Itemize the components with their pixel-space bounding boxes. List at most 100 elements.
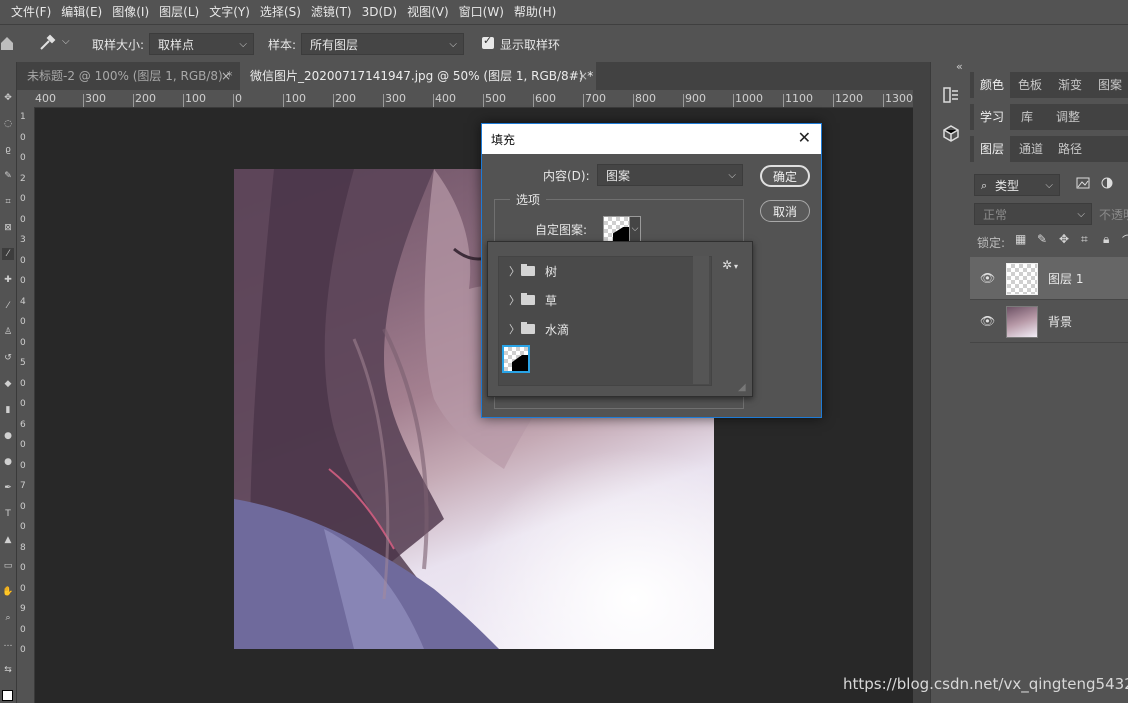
- visibility-eye-icon[interactable]: 👁︎: [980, 314, 995, 328]
- brush-tool-icon[interactable]: ⁄: [2, 300, 14, 312]
- custom-pattern-swatch[interactable]: [603, 216, 631, 244]
- pattern-list-scrollbar[interactable]: [693, 256, 709, 384]
- blur-tool-icon[interactable]: ●: [2, 430, 14, 442]
- zoom-tool-icon[interactable]: ⌕: [2, 612, 14, 624]
- pattern-group-water-drops[interactable]: 〉 水滴: [501, 316, 692, 342]
- eyedropper-icon[interactable]: [38, 34, 56, 52]
- filter-pixel-icon[interactable]: [1076, 177, 1090, 189]
- fill-icon[interactable]: ⌒: [1122, 232, 1128, 249]
- close-icon[interactable]: ×: [578, 62, 588, 90]
- path-select-tool-icon[interactable]: ▲: [2, 534, 14, 546]
- lock-transparency-icon[interactable]: ▦: [1015, 232, 1026, 246]
- tab-color[interactable]: 颜色: [974, 72, 1010, 98]
- history-brush-icon[interactable]: ↺: [2, 352, 14, 364]
- filter-adjustment-icon[interactable]: [1101, 177, 1113, 189]
- chevron-down-icon: ⌵: [1077, 209, 1085, 220]
- show-ring-checkbox[interactable]: ✓: [482, 34, 494, 49]
- lock-pixels-icon[interactable]: ✎: [1037, 232, 1047, 246]
- ruler-h-tick: [183, 94, 184, 107]
- eraser-tool-icon[interactable]: ◆: [2, 378, 14, 390]
- dialog-title: 填充: [491, 133, 516, 147]
- lasso-tool-icon[interactable]: ϱ: [2, 144, 14, 156]
- menu-layer[interactable]: 图层(L): [154, 0, 204, 24]
- dialog-title-bar[interactable]: 填充 ✕: [482, 124, 821, 154]
- collapse-panels-icon[interactable]: «: [956, 60, 963, 73]
- tab-untitled-2[interactable]: 未标题-2 @ 100% (图层 1, RGB/8) * ×: [17, 62, 239, 90]
- crop-tool-icon[interactable]: ⌗: [2, 196, 14, 208]
- sample-select[interactable]: 所有图层 ⌵: [301, 33, 464, 55]
- hand-tool-icon[interactable]: ✋: [2, 586, 14, 598]
- frame-tool-icon[interactable]: ⊠: [2, 222, 14, 234]
- ruler-v-label: 4: [20, 296, 26, 307]
- stamp-tool-icon[interactable]: ♙: [2, 326, 14, 338]
- tab-swatches[interactable]: 色板: [1012, 72, 1048, 98]
- layer-filter-select[interactable]: ⌕ 类型 ⌵: [974, 174, 1060, 196]
- 3d-panel-icon[interactable]: [942, 124, 960, 142]
- tab-adjustments[interactable]: 调整: [1050, 104, 1086, 130]
- content-select[interactable]: 图案 ⌵: [597, 164, 743, 186]
- menu-file[interactable]: 文件(F): [6, 0, 56, 24]
- tool-preset-chevron-icon[interactable]: ⌵: [62, 36, 70, 47]
- healing-tool-icon[interactable]: ✚: [2, 274, 14, 286]
- menu-help[interactable]: 帮助(H): [509, 0, 561, 24]
- tab-patterns[interactable]: 图案: [1092, 72, 1128, 98]
- chevron-right-icon[interactable]: 〉: [509, 292, 520, 308]
- ruler-h-label: 0: [235, 92, 242, 105]
- more-tools-icon[interactable]: …: [2, 638, 14, 650]
- swap-colors-icon[interactable]: ⇆: [2, 664, 14, 676]
- ok-button[interactable]: 确定: [760, 165, 810, 187]
- menu-3d[interactable]: 3D(D): [357, 0, 402, 24]
- sample-size-select[interactable]: 取样点 ⌵: [149, 33, 254, 55]
- search-icon: ⌕: [981, 179, 988, 192]
- cancel-button[interactable]: 取消: [760, 200, 810, 222]
- pattern-thumbnail-selected[interactable]: [502, 345, 530, 373]
- lock-artboard-icon[interactable]: ⌗: [1081, 232, 1088, 247]
- layer-row-layer-1[interactable]: 👁︎ 图层 1: [970, 257, 1128, 300]
- menu-edit[interactable]: 编辑(E): [56, 0, 107, 24]
- type-tool-icon[interactable]: T: [2, 508, 14, 520]
- close-icon[interactable]: ×: [221, 62, 231, 90]
- lock-position-icon[interactable]: ✥: [1059, 232, 1069, 246]
- horizontal-ruler: 400 300 200 100 0 100 200 300 400 500 600 700 800 900…: [35, 90, 913, 108]
- tab-label: 微信图片_20200717141947.jpg @ 50% (图层 1, RGB…: [250, 69, 594, 83]
- home-icon[interactable]: [0, 35, 14, 51]
- gradient-tool-icon[interactable]: ▮: [2, 404, 14, 416]
- menu-select[interactable]: 选择(S): [255, 0, 306, 24]
- shape-tool-icon[interactable]: ▭: [2, 560, 14, 572]
- history-panel-icon[interactable]: [942, 86, 960, 104]
- layer-row-background[interactable]: 👁︎ 背景: [970, 300, 1128, 343]
- pattern-group-grass[interactable]: 〉草: [501, 287, 692, 313]
- eyedropper-tool-icon[interactable]: ⁄: [2, 248, 14, 260]
- chevron-right-icon[interactable]: 〉: [509, 321, 520, 337]
- tab-gradients[interactable]: 渐变: [1052, 72, 1088, 98]
- layer-name: 图层 1: [1048, 272, 1084, 286]
- dodge-tool-icon[interactable]: ●: [2, 456, 14, 468]
- blend-mode-select[interactable]: 正常 ⌵: [974, 203, 1092, 225]
- tab-paths[interactable]: 路径: [1052, 136, 1088, 162]
- chevron-down-icon[interactable]: ▾: [734, 262, 738, 271]
- quick-select-tool-icon[interactable]: ✎: [2, 170, 14, 182]
- lock-all-icon[interactable]: 🔒︎: [1103, 232, 1109, 247]
- tab-channels[interactable]: 通道: [1012, 136, 1050, 162]
- menu-image[interactable]: 图像(I): [107, 0, 154, 24]
- move-tool-icon[interactable]: ✥: [2, 92, 14, 104]
- tab-learn[interactable]: 学习: [974, 104, 1010, 130]
- pattern-group-trees[interactable]: 〉树: [501, 258, 692, 284]
- marquee-tool-icon[interactable]: ◌: [2, 118, 14, 130]
- pen-tool-icon[interactable]: ✒: [2, 482, 14, 494]
- gear-icon[interactable]: ✲: [722, 258, 732, 272]
- menu-filter[interactable]: 滤镜(T): [306, 0, 357, 24]
- tab-layers[interactable]: 图层: [974, 136, 1010, 162]
- resize-grip-icon[interactable]: ◢: [738, 382, 746, 393]
- visibility-eye-icon[interactable]: 👁︎: [980, 271, 995, 285]
- menu-type[interactable]: 文字(Y): [204, 0, 255, 24]
- tab-libraries[interactable]: 库: [1012, 104, 1042, 130]
- chevron-right-icon[interactable]: 〉: [509, 263, 520, 279]
- tab-wechat-image[interactable]: 微信图片_20200717141947.jpg @ 50% (图层 1, RGB…: [240, 62, 596, 90]
- content-label: 内容(D):: [543, 169, 590, 183]
- pattern-picker-chevron-icon[interactable]: ⌵: [629, 216, 641, 242]
- foreground-color-swatch[interactable]: [2, 690, 13, 701]
- menu-window[interactable]: 窗口(W): [454, 0, 509, 24]
- close-icon[interactable]: ✕: [798, 128, 811, 147]
- menu-view[interactable]: 视图(V): [402, 0, 454, 24]
